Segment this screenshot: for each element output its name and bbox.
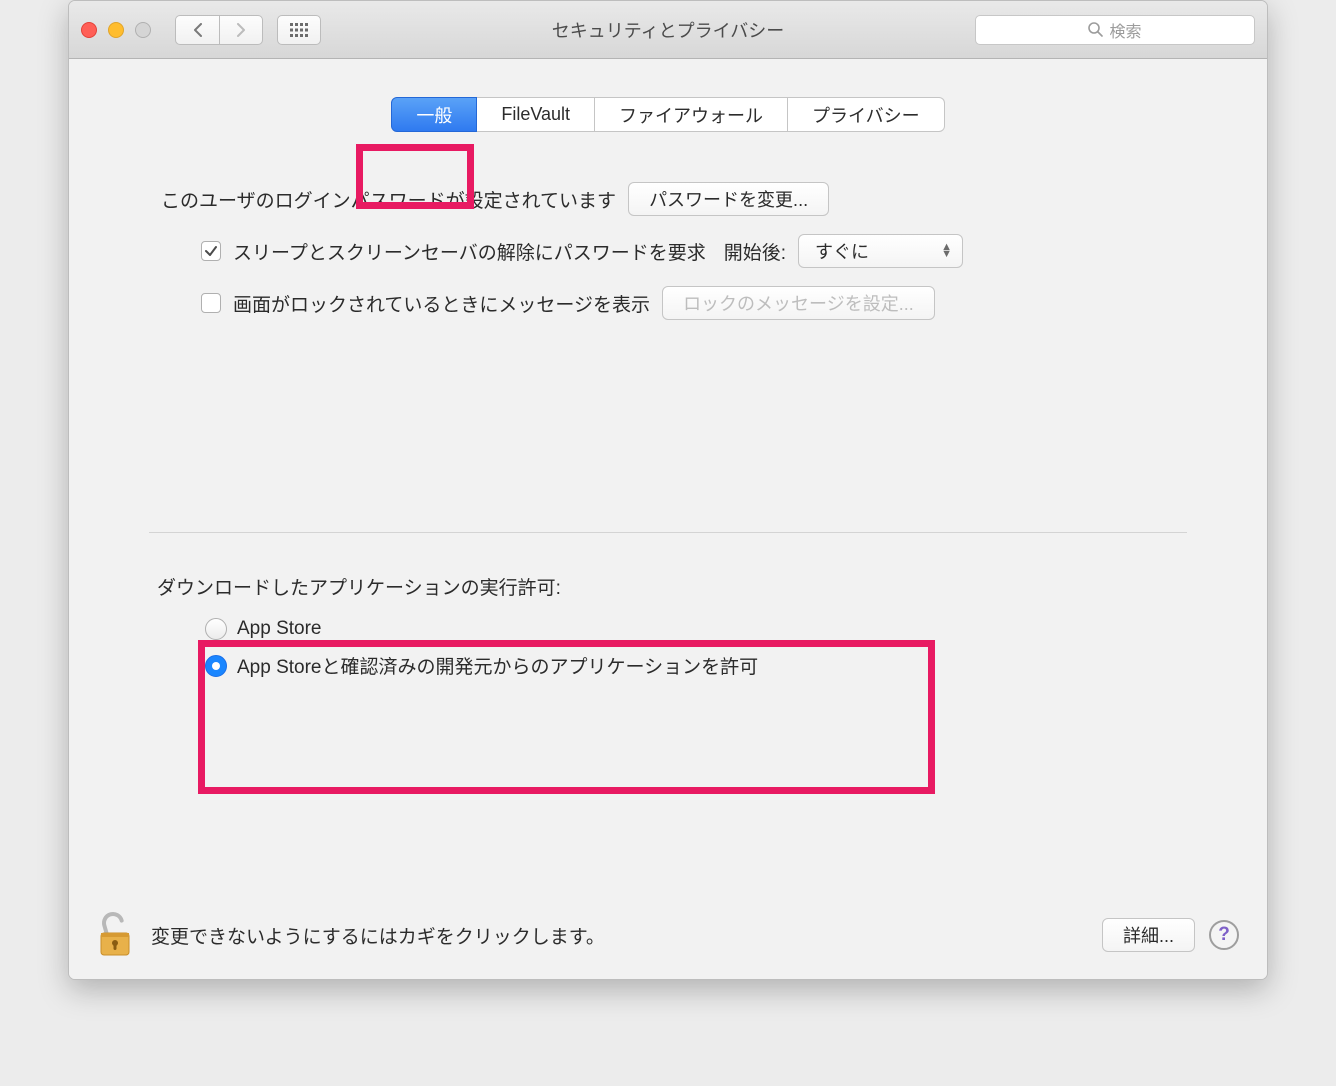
tabbar: 一般 FileVault ファイアウォール プライバシー — [69, 97, 1267, 132]
search-placeholder: 検索 — [1109, 18, 1141, 42]
change-password-button[interactable]: パスワードを変更... — [628, 182, 829, 216]
forward-button[interactable] — [219, 15, 263, 45]
require-password-row: スリープとスクリーンセーバの解除にパスワードを要求 開始後: すぐに ▲▼ — [149, 234, 1187, 268]
login-password-row: このユーザのログインパスワードが設定されています パスワードを変更... — [149, 182, 1187, 216]
footer: 変更できないようにするにはカギをクリックします。 詳細... ? — [69, 899, 1267, 979]
close-window-button[interactable] — [81, 22, 97, 38]
radio-appstore-identified[interactable] — [205, 655, 227, 677]
preferences-window: セキュリティとプライバシー 検索 一般 FileVault ファイアウォール プ… — [68, 0, 1268, 980]
search-input[interactable]: 検索 — [975, 15, 1255, 45]
tab-firewall[interactable]: ファイアウォール — [595, 97, 788, 132]
require-password-checkbox[interactable] — [201, 241, 221, 261]
allow-apps-label: ダウンロードしたアプリケーションの実行許可: — [149, 573, 1187, 600]
footer-right: 詳細... ? — [1102, 918, 1239, 952]
tab-filevault[interactable]: FileVault — [477, 97, 595, 132]
radio-row-appstore: App Store — [149, 618, 1187, 640]
require-password-label: スリープとスクリーンセーバの解除にパスワードを要求 — [233, 238, 706, 265]
radio-appstore-label: App Store — [237, 618, 322, 640]
chevron-right-icon — [235, 23, 247, 37]
radio-appstore[interactable] — [205, 618, 227, 640]
show-all-button[interactable] — [277, 15, 321, 45]
tab-privacy[interactable]: プライバシー — [788, 97, 945, 132]
show-lock-message-label: 画面がロックされているときにメッセージを表示 — [233, 290, 650, 317]
set-lock-message-button[interactable]: ロックのメッセージを設定... — [662, 286, 935, 320]
nav-buttons — [175, 15, 263, 45]
unlocked-padlock-icon — [97, 909, 133, 959]
select-caret-icon: ▲▼ — [941, 244, 952, 258]
help-button[interactable]: ? — [1209, 920, 1239, 950]
radio-appstore-identified-label: App Storeと確認済みの開発元からのアプリケーションを許可 — [237, 652, 758, 679]
tab-general[interactable]: 一般 — [391, 97, 477, 132]
checkmark-icon — [204, 244, 218, 258]
require-password-after-label: 開始後: — [724, 238, 786, 265]
grid-icon — [290, 23, 308, 37]
radio-row-appstore-identified: App Storeと確認済みの開発元からのアプリケーションを許可 — [149, 652, 1187, 679]
chevron-left-icon — [192, 23, 204, 37]
require-password-delay-value: すぐに — [815, 238, 869, 264]
show-lock-message-checkbox[interactable] — [201, 293, 221, 313]
login-password-label: このユーザのログインパスワードが設定されています — [161, 186, 616, 213]
search-icon — [1088, 22, 1103, 37]
segmented-tabs: 一般 FileVault ファイアウォール プライバシー — [391, 97, 944, 132]
pane: 一般 FileVault ファイアウォール プライバシー このユーザのログインパ… — [69, 59, 1267, 979]
advanced-button[interactable]: 詳細... — [1102, 918, 1195, 952]
lock-hint-text: 変更できないようにするにはカギをクリックします。 — [151, 922, 605, 949]
lock-button[interactable] — [97, 909, 133, 962]
search-wrap: 検索 — [975, 15, 1255, 45]
require-password-delay-select[interactable]: すぐに ▲▼ — [798, 234, 963, 268]
titlebar: セキュリティとプライバシー 検索 — [69, 1, 1267, 59]
back-button[interactable] — [175, 15, 219, 45]
maximize-window-button[interactable] — [135, 22, 151, 38]
lock-message-row: 画面がロックされているときにメッセージを表示 ロックのメッセージを設定... — [149, 286, 1187, 320]
content-area: このユーザのログインパスワードが設定されています パスワードを変更... スリー… — [69, 132, 1267, 679]
window-controls — [81, 22, 151, 38]
minimize-window-button[interactable] — [108, 22, 124, 38]
divider — [149, 532, 1187, 533]
